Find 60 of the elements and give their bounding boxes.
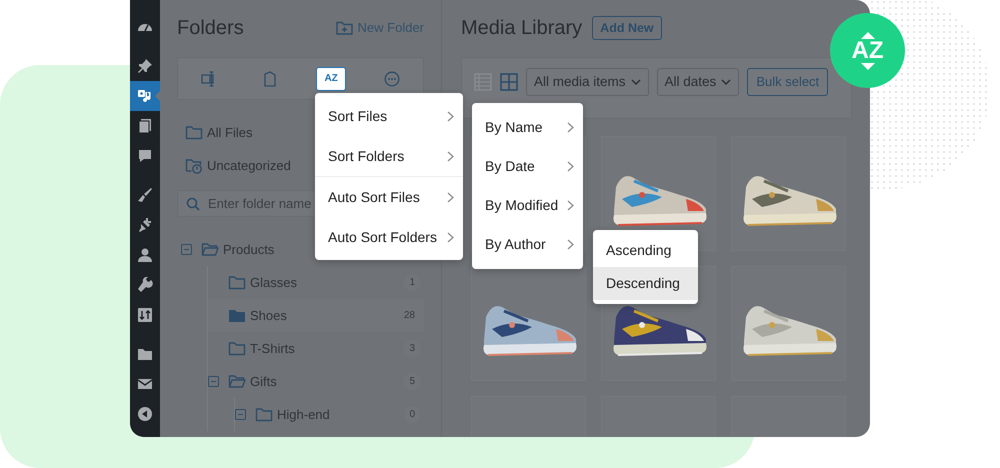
menu-item[interactable] [130,81,160,111]
filter-dropdown[interactable]: All dates [656,68,740,96]
menu-item[interactable]: By Date [472,147,583,186]
add-new-button[interactable]: Add New [592,16,662,40]
folder-icon [228,341,246,356]
user-icon [137,247,153,263]
menu-item[interactable]: Descending [593,267,698,300]
menu-item[interactable]: Auto Sort Files [315,177,463,217]
open-folder-icon [228,374,246,389]
document-icon [262,70,278,86]
caret-icon [721,79,732,85]
menu-item[interactable]: Ascending [593,234,698,267]
menu-item[interactable]: By Author [472,225,583,264]
sort-button[interactable]: AZ [316,66,346,90]
chevron-icon [447,110,454,122]
media-icon [137,88,153,104]
chevron-icon [567,200,574,211]
menu-item[interactable]: By Name [472,108,583,147]
folder-icon [255,407,273,422]
grid-icon [500,73,518,91]
sliders-icon [137,307,153,323]
brush-icon [137,187,153,203]
collapse-icon [137,406,153,422]
chevron-icon [447,232,454,242]
filter-dropdown[interactable]: All media items [526,68,649,96]
folder-icon [137,346,153,362]
chevron-icon [567,161,574,172]
chevron-icon [447,150,454,162]
folder-icon [185,125,203,140]
menu-item[interactable]: By Modified [472,186,583,225]
menu-item[interactable]: Sort Folders [315,136,463,176]
chevron-icon [567,239,574,250]
search-icon [186,196,200,210]
more-icon [384,70,400,86]
new-folder-link[interactable]: New Folder [336,18,424,38]
menu-item[interactable]: Auto Sort Folders [315,217,463,257]
bulk-select-button[interactable]: Bulk select [747,68,828,96]
envelope-icon [137,376,153,392]
folder-plus-icon [336,21,353,35]
chevron-icon [447,192,454,202]
menu-item[interactable]: Sort Files [315,96,463,136]
folder-icon [228,308,246,323]
pages-icon [137,118,153,134]
folder-item[interactable]: High-end 0 [235,398,424,431]
down-triangle-icon [860,62,874,70]
folder-alert-icon [185,158,203,174]
wrench-icon [137,277,153,293]
up-triangle-icon [860,32,874,38]
page-title: Media Library [461,16,582,41]
plug-icon [137,217,153,233]
caret-icon [630,79,641,85]
chevron-icon [567,122,574,133]
folder-icon [228,275,246,290]
pushpin-icon [137,58,153,74]
folder-item[interactable]: Glasses 1 [208,266,424,299]
folder-item[interactable]: Gifts 5 [208,365,424,398]
panel-title: Folders [177,16,244,41]
open-folder-icon [201,242,219,257]
speech-bubble-icon [137,148,153,164]
folder-item[interactable]: T-Shirts 3 [208,332,424,365]
